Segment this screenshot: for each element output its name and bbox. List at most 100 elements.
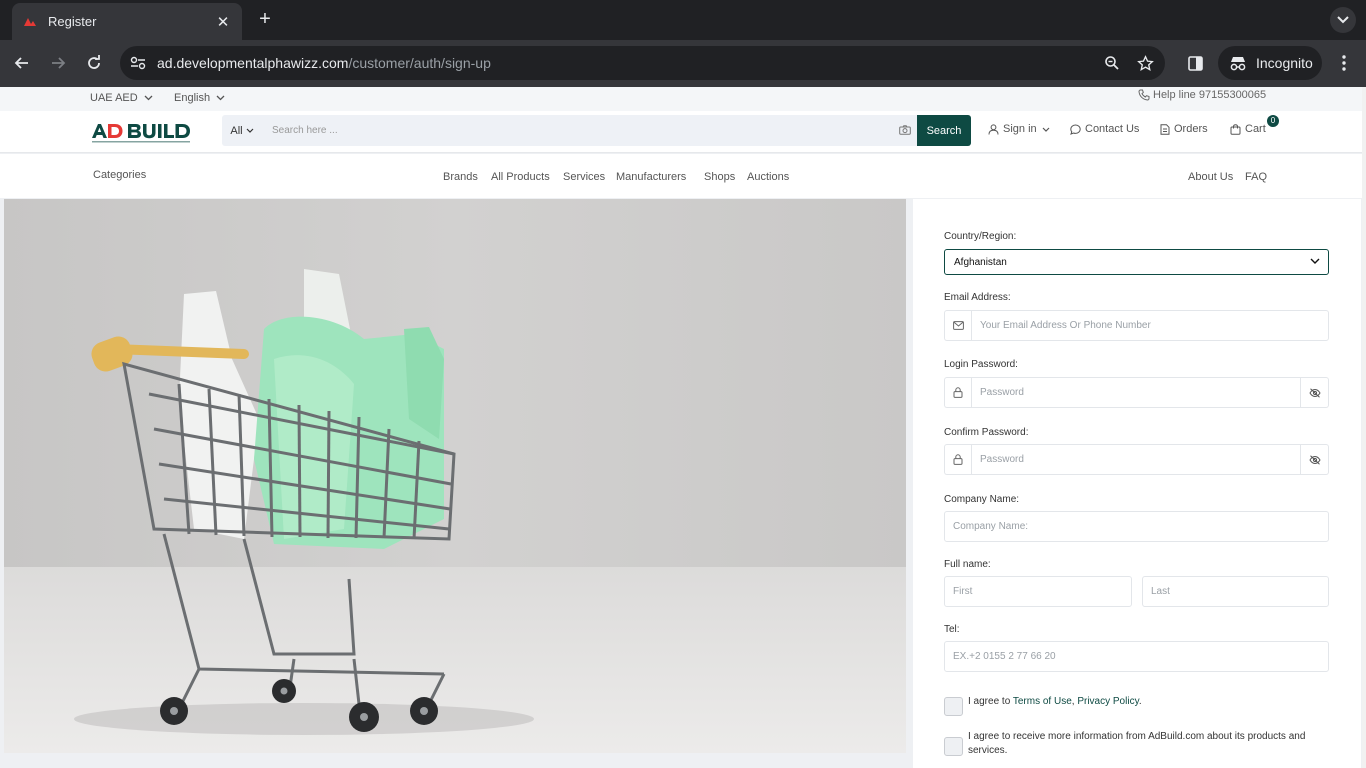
privacy-policy-link[interactable]: Privacy Policy (1077, 696, 1139, 707)
search-category-select[interactable]: All (222, 115, 262, 146)
side-panel-icon[interactable] (1184, 52, 1206, 74)
email-addon (944, 310, 971, 341)
new-tab-icon[interactable]: + (254, 8, 276, 30)
company-name-label: Company Name: (944, 494, 1020, 505)
password-addon (944, 377, 971, 408)
terms-checkbox[interactable] (944, 697, 963, 716)
eye-off-icon (1308, 387, 1321, 398)
country-label: Country/Region: (944, 231, 1017, 242)
cart-link[interactable]: Cart (1230, 123, 1266, 135)
chevron-down-icon (1042, 127, 1050, 132)
nav-item-services[interactable]: Services (563, 171, 605, 183)
toggle-confirm-visibility[interactable] (1301, 444, 1329, 475)
incognito-icon (1230, 57, 1246, 71)
document-icon (1160, 123, 1170, 135)
password-field[interactable] (971, 377, 1301, 408)
nav-item-about-us[interactable]: About Us (1188, 171, 1233, 183)
cart-bag-icon (1230, 123, 1241, 135)
chevron-down-icon (216, 95, 225, 101)
nav-item-brands[interactable]: Brands (443, 171, 478, 183)
categories-menu[interactable]: Categories (93, 169, 146, 181)
zoom-icon[interactable] (1102, 53, 1122, 73)
chat-icon (1070, 123, 1081, 135)
incognito-label: Incognito (1256, 55, 1313, 71)
hero-shopping-cart-image (4, 199, 906, 753)
country-value: Afghanistan (954, 256, 1007, 268)
site-info-icon[interactable] (128, 53, 148, 73)
adbuild-logo[interactable] (90, 120, 194, 146)
url-text: ad.developmentalphawizz.com/customer/aut… (157, 55, 491, 71)
orders-link[interactable]: Orders (1160, 123, 1208, 135)
eye-off-icon (1308, 454, 1321, 465)
site-topstrip: UAE AED English Help line 97155300065 (0, 87, 1366, 111)
main-nav: Categories Brands All Products Services … (0, 154, 1366, 198)
nav-item-manufacturers[interactable]: Manufacturers (616, 171, 686, 183)
reload-icon[interactable] (83, 52, 105, 74)
lock-icon (953, 454, 963, 465)
cart-label: Cart (1245, 123, 1266, 135)
email-label: Email Address: (944, 292, 1011, 303)
envelope-icon (952, 321, 964, 330)
helpline-text: Help line 97155300065 (1153, 89, 1267, 101)
camera-icon[interactable] (898, 123, 912, 137)
contact-us-label: Contact Us (1085, 123, 1140, 135)
tel-label: Tel: (944, 624, 960, 635)
tab-title: Register (48, 14, 97, 29)
site-header: All Search Sign in Contact Us Orders Car… (0, 111, 1366, 153)
marketing-checkbox[interactable] (944, 737, 963, 756)
sign-in-menu[interactable]: Sign in (988, 123, 1054, 135)
nav-item-shops[interactable]: Shops (704, 171, 735, 183)
browser-tabbar: Register ✕ + (0, 0, 1366, 40)
site-favicon-icon (22, 14, 38, 30)
search-bar: All Search (222, 115, 971, 146)
registration-form-panel (913, 199, 1361, 768)
confirm-password-label: Confirm Password: (944, 427, 1029, 438)
lock-icon (953, 387, 963, 398)
language-label: English (174, 92, 211, 104)
incognito-indicator[interactable]: Incognito (1218, 46, 1322, 80)
password-label: Login Password: (944, 359, 1018, 370)
browser-toolbar: ad.developmentalphawizz.com/customer/aut… (0, 40, 1366, 87)
chevron-down-icon (1310, 258, 1320, 264)
page-scrollbar[interactable] (1362, 87, 1366, 768)
company-name-field[interactable] (944, 511, 1329, 542)
country-select[interactable]: Afghanistan (944, 249, 1329, 275)
search-category-label: All (230, 124, 243, 137)
contact-us-link[interactable]: Contact Us (1070, 123, 1139, 135)
sign-in-label: Sign in (1003, 123, 1037, 135)
language-selector[interactable]: English (174, 92, 225, 104)
toggle-password-visibility[interactable] (1301, 377, 1329, 408)
marketing-agreement-text: I agree to receive more information from… (968, 731, 1306, 756)
terms-of-use-link[interactable]: Terms of Use (1013, 696, 1072, 707)
back-icon[interactable] (11, 52, 33, 74)
tab-close-icon[interactable]: ✕ (214, 13, 232, 31)
tab-search-icon[interactable] (1330, 7, 1356, 33)
full-name-label: Full name: (944, 559, 991, 570)
forward-icon[interactable] (47, 52, 69, 74)
currency-label: UAE AED (90, 92, 138, 104)
tel-field[interactable] (944, 641, 1329, 672)
currency-selector[interactable]: UAE AED (90, 92, 153, 104)
terms-agreement-text: I agree to Terms of Use, Privacy Policy. (968, 696, 1142, 707)
phone-icon (1138, 89, 1150, 101)
chevron-down-icon (246, 128, 254, 133)
cart-count-badge: 0 (1267, 115, 1279, 127)
shopping-cart-illustration (74, 269, 534, 735)
browser-menu-icon[interactable] (1334, 52, 1354, 74)
nav-item-faq[interactable]: FAQ (1245, 171, 1267, 183)
chevron-down-icon (144, 95, 153, 101)
bookmark-star-icon[interactable] (1135, 53, 1155, 73)
search-input[interactable] (266, 115, 886, 146)
email-field[interactable] (971, 310, 1329, 341)
nav-item-all-products[interactable]: All Products (491, 171, 550, 183)
last-name-field[interactable] (1142, 576, 1329, 607)
first-name-field[interactable] (944, 576, 1132, 607)
address-bar[interactable]: ad.developmentalphawizz.com/customer/aut… (120, 46, 1165, 80)
search-button[interactable]: Search (917, 115, 971, 146)
confirm-password-addon (944, 444, 971, 475)
helpline[interactable]: Help line 97155300065 (1138, 89, 1266, 101)
browser-tab[interactable]: Register ✕ (12, 3, 242, 40)
nav-item-auctions[interactable]: Auctions (747, 171, 789, 183)
confirm-password-field[interactable] (971, 444, 1301, 475)
orders-label: Orders (1174, 123, 1208, 135)
